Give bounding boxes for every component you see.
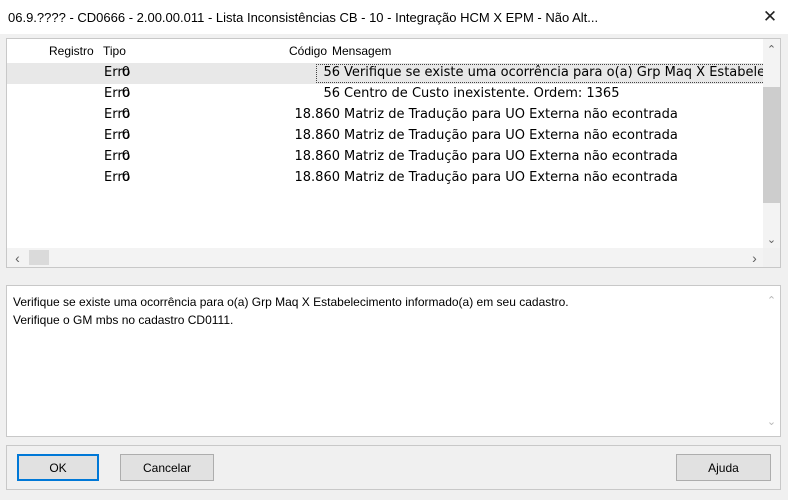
column-header-tipo[interactable]: Tipo: [103, 44, 126, 58]
cell-codigo: 18.860: [294, 107, 341, 122]
vertical-scroll-thumb[interactable]: [763, 87, 780, 203]
column-header-registro[interactable]: Registro: [49, 44, 94, 58]
grid-header: Registro Tipo Código Mensagem: [7, 39, 765, 61]
horizontal-scroll-thumb[interactable]: [29, 250, 49, 265]
column-header-codigo[interactable]: Código: [289, 44, 327, 58]
table-row[interactable]: 0 Erro 56 Verifique se existe uma ocorrê…: [7, 63, 765, 84]
message-detail-box[interactable]: Verifique se existe uma ocorrência para …: [6, 285, 781, 437]
detail-vertical-scrollbar[interactable]: ⌃ ⌄: [763, 286, 780, 436]
table-row[interactable]: 0 Erro 18.860 Matriz de Tradução para UO…: [7, 147, 765, 168]
chevron-down-icon[interactable]: ⌄: [763, 231, 780, 248]
cell-mensagem: Matriz de Tradução para UO Externa não e…: [344, 149, 678, 164]
table-row[interactable]: 0 Erro 18.860 Matriz de Tradução para UO…: [7, 126, 765, 147]
cell-codigo: 56: [323, 65, 340, 80]
column-header-mensagem[interactable]: Mensagem: [332, 44, 391, 58]
cell-mensagem: Verifique se existe uma ocorrência para …: [344, 65, 765, 80]
chevron-up-icon[interactable]: ⌃: [763, 41, 780, 58]
help-button[interactable]: Ajuda: [676, 454, 771, 481]
cell-codigo: 56: [323, 86, 340, 101]
chevron-up-icon[interactable]: ⌃: [763, 292, 780, 309]
chevron-down-icon[interactable]: ⌄: [763, 413, 780, 430]
cell-codigo: 18.860: [294, 170, 341, 185]
table-row[interactable]: 0 Erro 18.860 Matriz de Tradução para UO…: [7, 105, 765, 126]
table-row[interactable]: 0 Erro 18.860 Matriz de Tradução para UO…: [7, 168, 765, 189]
cell-mensagem: Centro de Custo inexistente. Ordem: 1365: [344, 86, 620, 101]
chevron-right-icon[interactable]: ›: [746, 249, 763, 266]
grid-vertical-scrollbar[interactable]: ⌃ ⌄: [763, 39, 780, 249]
cell-codigo: 18.860: [294, 128, 341, 143]
title-bar: 06.9.???? - CD0666 - 2.00.00.011 - Lista…: [0, 0, 788, 34]
message-detail-text: Verifique se existe uma ocorrência para …: [13, 293, 753, 329]
chevron-left-icon[interactable]: ‹: [9, 249, 26, 266]
cell-mensagem: Matriz de Tradução para UO Externa não e…: [344, 128, 678, 143]
window-title: 06.9.???? - CD0666 - 2.00.00.011 - Lista…: [8, 10, 599, 25]
scrollbar-corner: [763, 248, 780, 267]
grid-horizontal-scrollbar[interactable]: ‹ ›: [7, 248, 765, 267]
grid-rows: 0 Erro 56 Verifique se existe uma ocorrê…: [7, 63, 765, 245]
detail-line: Verifique se existe uma ocorrência para …: [13, 295, 569, 309]
inconsistency-grid[interactable]: Registro Tipo Código Mensagem 0 Erro 56 …: [6, 38, 781, 268]
cell-mensagem: Matriz de Tradução para UO Externa não e…: [344, 170, 678, 185]
cancel-button[interactable]: Cancelar: [120, 454, 214, 481]
close-icon[interactable]: ✕: [752, 0, 788, 34]
detail-line: Verifique o GM mbs no cadastro CD0111.: [13, 313, 234, 327]
table-row[interactable]: 0 Erro 56 Centro de Custo inexistente. O…: [7, 84, 765, 105]
ok-button[interactable]: OK: [17, 454, 99, 481]
button-bar: OK Cancelar Ajuda: [6, 445, 781, 490]
cell-codigo: 18.860: [294, 149, 341, 164]
cell-mensagem: Matriz de Tradução para UO Externa não e…: [344, 107, 678, 122]
